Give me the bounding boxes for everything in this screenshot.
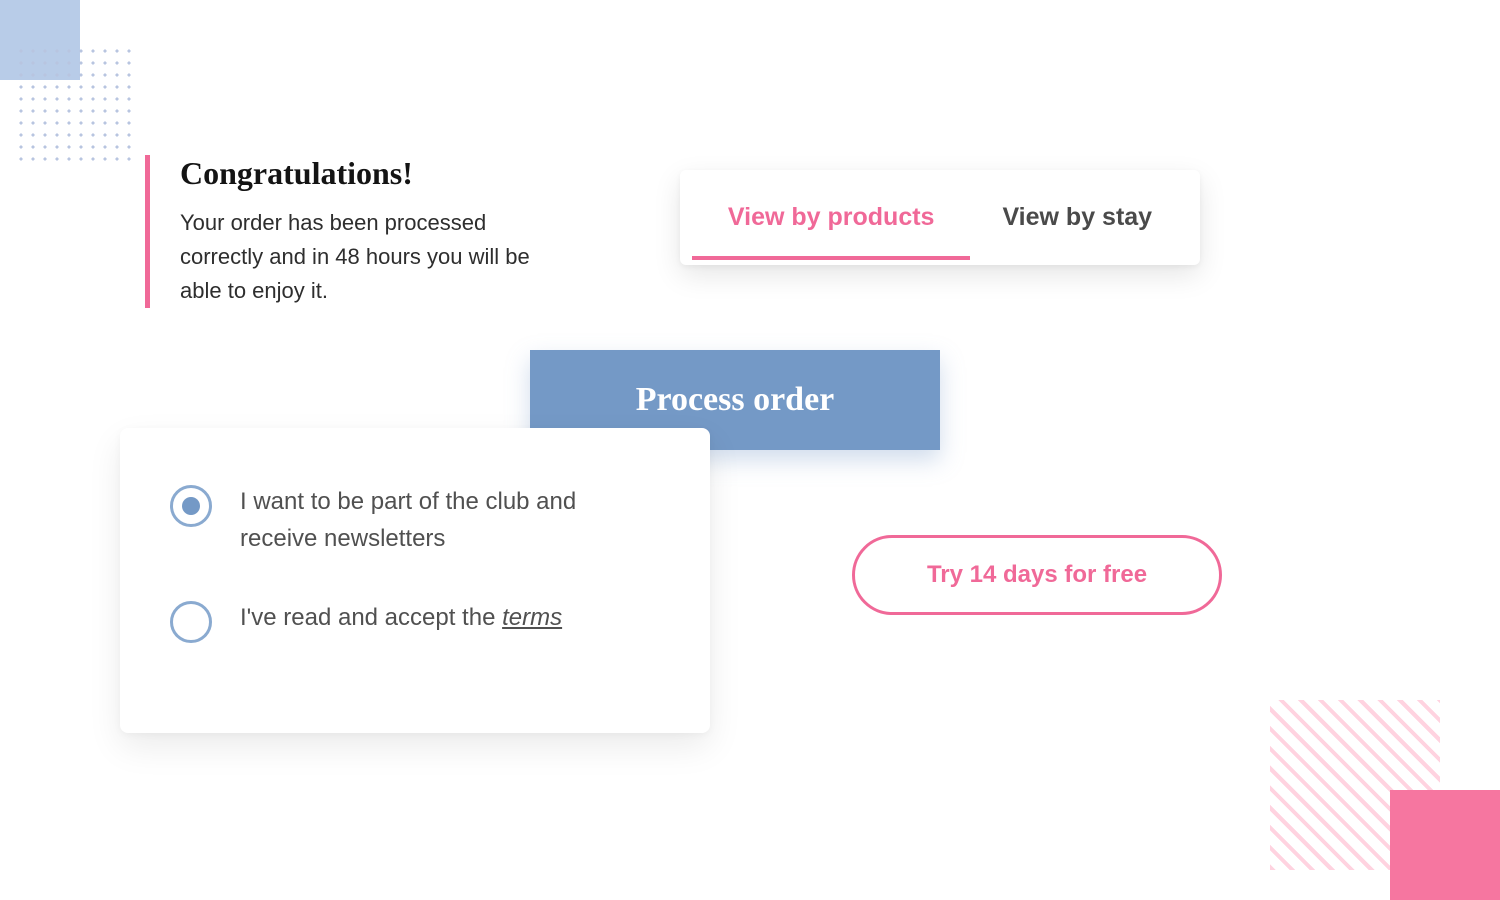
radio-row-newsletter: I want to be part of the club and receiv…: [170, 483, 660, 557]
tab-view-by-products[interactable]: View by products: [724, 175, 939, 260]
tab-view-by-stay[interactable]: View by stay: [998, 175, 1156, 260]
view-tabs-card: View by products View by stay: [680, 170, 1200, 265]
radio-newsletter-label: I want to be part of the club and receiv…: [240, 483, 660, 557]
terms-link[interactable]: terms: [502, 604, 562, 631]
congratulations-body: Your order has been processed correctly …: [180, 206, 565, 308]
congratulations-title: Congratulations!: [180, 155, 565, 192]
decoration-square-bottomright: [1390, 790, 1500, 900]
radio-row-terms: I've read and accept the terms: [170, 599, 660, 643]
radio-terms-label: I've read and accept the terms: [240, 599, 562, 636]
radio-terms-prefix: I've read and accept the: [240, 604, 502, 631]
radio-terms[interactable]: [170, 601, 212, 643]
consent-options-card: I want to be part of the club and receiv…: [120, 428, 710, 733]
try-free-button[interactable]: Try 14 days for free: [852, 535, 1222, 615]
congratulations-callout: Congratulations! Your order has been pro…: [145, 155, 565, 308]
decoration-dots: [15, 45, 135, 165]
radio-newsletter[interactable]: [170, 485, 212, 527]
radio-dot-icon: [182, 497, 200, 515]
